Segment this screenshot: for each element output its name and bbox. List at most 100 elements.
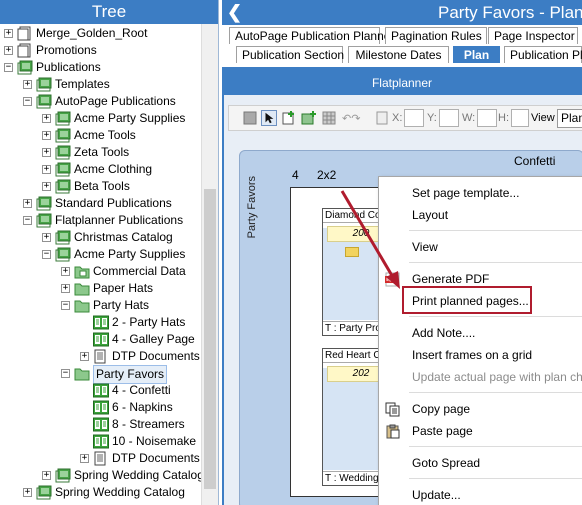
expand-icon[interactable]: + bbox=[42, 131, 51, 140]
x-label: X: bbox=[392, 112, 403, 124]
expand-icon[interactable]: + bbox=[23, 80, 32, 89]
add-frame-icon[interactable] bbox=[301, 110, 317, 126]
pointer-icon[interactable] bbox=[261, 110, 277, 126]
tree-node[interactable]: + Spring Wedding Catalog bbox=[0, 484, 202, 501]
tree-node-label: 6 - Napkins bbox=[112, 400, 173, 414]
tree-node-label: Merge_Golden_Root bbox=[36, 26, 148, 40]
tree-node[interactable]: 4 - Galley Page bbox=[0, 331, 202, 348]
expand-icon[interactable]: + bbox=[4, 29, 13, 38]
tree-node[interactable]: 4 - Confetti bbox=[0, 382, 202, 399]
publication-node-icon bbox=[36, 213, 52, 228]
collapse-icon[interactable]: − bbox=[42, 250, 51, 259]
menu-item-copy-page[interactable]: Copy page bbox=[379, 399, 582, 420]
expand-icon[interactable]: + bbox=[80, 352, 89, 361]
tab-page-inspector[interactable]: Page Inspector bbox=[488, 27, 578, 44]
expand-icon[interactable]: + bbox=[23, 488, 32, 497]
tree-node[interactable]: − Party Favors bbox=[0, 365, 202, 384]
tree-node[interactable]: + Merge_Golden_Root bbox=[0, 25, 202, 42]
tree-node[interactable]: 10 - Noisemake bbox=[0, 433, 202, 450]
tree-node-label: Zeta Tools bbox=[74, 145, 130, 159]
collapse-icon[interactable]: − bbox=[4, 63, 13, 72]
expand-icon[interactable]: + bbox=[42, 165, 51, 174]
expand-icon[interactable]: + bbox=[61, 284, 70, 293]
expand-icon[interactable]: + bbox=[61, 267, 70, 276]
x-field[interactable] bbox=[404, 109, 424, 127]
menu-item-label: Set page template... bbox=[412, 186, 520, 200]
back-chevron-icon[interactable]: ❮ bbox=[227, 0, 242, 25]
tab-plan[interactable]: Plan bbox=[453, 46, 500, 63]
expand-icon[interactable]: + bbox=[23, 199, 32, 208]
expand-icon[interactable]: + bbox=[42, 233, 51, 242]
expand-icon[interactable]: + bbox=[42, 114, 51, 123]
tree-node[interactable]: + Acme Clothing bbox=[0, 161, 202, 178]
menu-item-paste-page[interactable]: Paste page bbox=[379, 421, 582, 442]
tab-publication-section[interactable]: Publication Section bbox=[236, 46, 344, 63]
tree-node[interactable]: + Standard Publications bbox=[0, 195, 202, 212]
menu-item-update[interactable]: Update... bbox=[379, 485, 582, 505]
tab-autopage-publication-planner[interactable]: AutoPage Publication Planner bbox=[229, 27, 394, 44]
tree-node[interactable]: + Templates bbox=[0, 76, 202, 93]
tree-node[interactable]: + DTP Documents bbox=[0, 450, 202, 467]
collapse-icon[interactable]: − bbox=[23, 216, 32, 225]
tree-scrollbar-thumb[interactable] bbox=[204, 189, 216, 489]
expand-icon[interactable]: + bbox=[42, 182, 51, 191]
collapse-icon[interactable]: − bbox=[23, 97, 32, 106]
expand-icon[interactable]: + bbox=[4, 46, 13, 55]
tree-node[interactable]: + Acme Party Supplies bbox=[0, 110, 202, 127]
h-field[interactable] bbox=[511, 109, 529, 127]
expand-icon[interactable]: + bbox=[80, 454, 89, 463]
menu-separator bbox=[409, 316, 582, 317]
menu-item-add-note[interactable]: Add Note.... bbox=[379, 323, 582, 344]
tree-node[interactable]: 2 - Party Hats bbox=[0, 314, 202, 331]
expand-icon[interactable]: + bbox=[42, 471, 51, 480]
tab-publication-planner[interactable]: Publication Pla bbox=[504, 46, 582, 63]
tree-node[interactable]: + Acme Tools bbox=[0, 127, 202, 144]
page-outline-icon[interactable] bbox=[374, 110, 390, 126]
tree-node[interactable]: − Publications bbox=[0, 59, 202, 76]
tree-node-label: 10 - Noisemake bbox=[112, 434, 197, 448]
tab-pagination-rules[interactable]: Pagination Rules bbox=[385, 27, 487, 44]
tree-node[interactable]: 6 - Napkins bbox=[0, 399, 202, 416]
tree-node-label: Paper Hats bbox=[93, 281, 154, 295]
tree-node-label: 8 - Streamers bbox=[112, 417, 185, 431]
folder-icon bbox=[74, 300, 90, 313]
tree-node[interactable]: + Spring Wedding Catalog bbox=[0, 467, 204, 484]
y-label: Y: bbox=[427, 112, 437, 124]
tree-node[interactable]: + Beta Tools bbox=[0, 178, 202, 195]
tree-node[interactable]: + Promotions bbox=[0, 42, 202, 59]
y-field[interactable] bbox=[439, 109, 459, 127]
menu-separator bbox=[409, 392, 582, 393]
w-field[interactable] bbox=[477, 109, 497, 127]
document-icon bbox=[94, 451, 106, 466]
collapse-icon[interactable]: − bbox=[61, 301, 70, 310]
spread-icon bbox=[93, 383, 109, 398]
menu-item-label: Add Note.... bbox=[412, 326, 476, 340]
view-select[interactable]: Plan bbox=[557, 109, 582, 128]
tree-node[interactable]: − Acme Party Supplies bbox=[0, 246, 202, 263]
tree-node-label: Spring Wedding Catalog bbox=[74, 468, 204, 482]
tree-node[interactable]: + Christmas Catalog bbox=[0, 229, 202, 246]
menu-item-goto-spread[interactable]: Goto Spread bbox=[379, 453, 582, 474]
spread-icon bbox=[93, 400, 109, 415]
tree-node[interactable]: + Commercial Data bbox=[0, 263, 202, 280]
undo-icon[interactable]: ↶↷ bbox=[342, 112, 360, 125]
add-page-icon[interactable] bbox=[281, 110, 297, 126]
tree-node[interactable]: − Party Hats bbox=[0, 297, 202, 314]
plan-tabs: AutoPage Publication Planner Pagination … bbox=[222, 25, 582, 68]
tab-milestone-dates[interactable]: Milestone Dates bbox=[348, 46, 449, 63]
tree-node[interactable]: 8 - Streamers bbox=[0, 416, 202, 433]
collapse-icon[interactable]: − bbox=[61, 369, 70, 378]
square-icon[interactable] bbox=[242, 110, 258, 126]
tree-node-label: Standard Publications bbox=[55, 196, 172, 210]
tree-scrollbar[interactable] bbox=[201, 24, 218, 505]
tree-node[interactable]: − Flatplanner Publications bbox=[0, 212, 202, 229]
grid-icon[interactable] bbox=[321, 110, 337, 126]
tree-node[interactable]: + DTP Documents bbox=[0, 348, 202, 365]
publication-node-icon bbox=[36, 485, 52, 500]
expand-icon[interactable]: + bbox=[42, 148, 51, 157]
tree-node[interactable]: + Zeta Tools bbox=[0, 144, 202, 161]
menu-item-insert-frames-on-a-grid[interactable]: Insert frames on a grid bbox=[379, 345, 582, 366]
tree-node[interactable]: − AutoPage Publications bbox=[0, 93, 202, 110]
tree-node[interactable]: + Paper Hats bbox=[0, 280, 202, 297]
spread-icon bbox=[93, 417, 109, 432]
